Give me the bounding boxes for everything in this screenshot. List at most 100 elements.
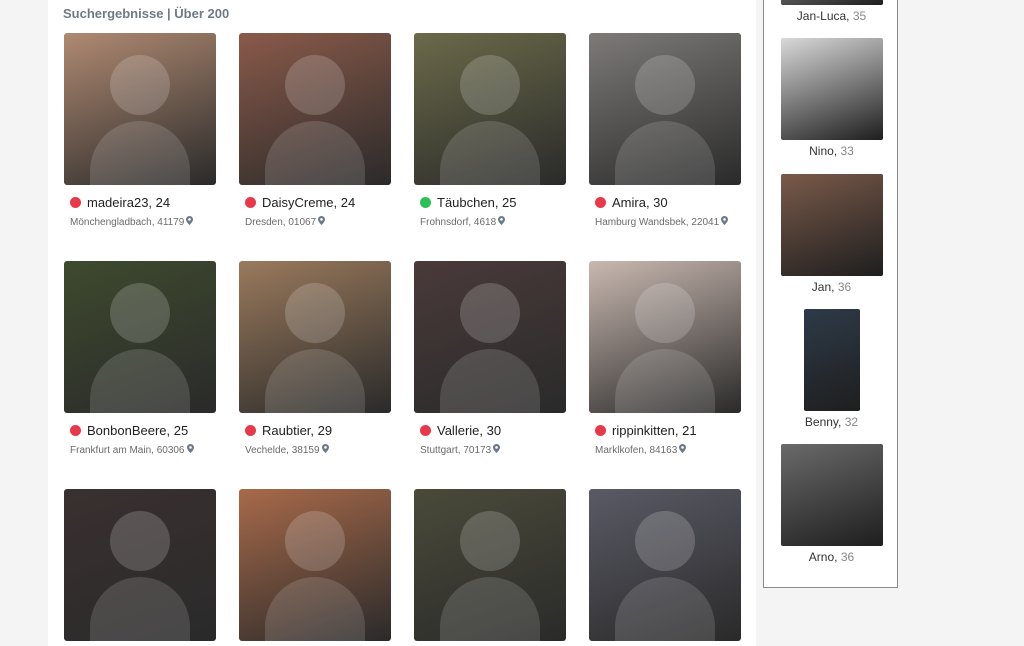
profile-photo[interactable] (414, 33, 566, 185)
profile-name[interactable]: rippinkitten, 21 (612, 423, 697, 438)
profile-card[interactable]: Amira, 30 Hamburg Wandsbek, 22041 (589, 33, 741, 228)
photo-placeholder-body (90, 577, 190, 641)
sidebar-profile-label[interactable]: Benny, 32 (764, 415, 899, 429)
sidebar-profile-photo[interactable] (780, 174, 883, 276)
offline-status-icon (245, 424, 256, 436)
photo-placeholder-body (615, 121, 715, 185)
photo-placeholder-body (440, 349, 540, 413)
profile-photo[interactable] (414, 261, 566, 413)
sidebar-profile-photo[interactable] (780, 444, 883, 546)
profile-location-row: Vechelde, 38159 (239, 444, 391, 456)
profile-name-row[interactable]: Amira, 30 (589, 194, 741, 210)
profile-name-row[interactable]: DaisyCreme, 24 (239, 194, 391, 210)
sidebar-profile[interactable]: Jan, 36 (764, 174, 899, 294)
profile-location-row: Mönchengladbach, 41179 (64, 216, 216, 228)
sidebar-profile-age: 36 (837, 280, 852, 294)
suggestions-sidebar: Jan-Luca, 35 Nino, 33 Jan, 36 Benny, 32 Arno… (763, 0, 898, 588)
name-age-separator: , (838, 415, 845, 429)
profile-photo[interactable] (64, 489, 216, 641)
profile-name[interactable]: BonbonBeere, 25 (87, 423, 188, 438)
profile-photo[interactable] (239, 489, 391, 641)
profile-name-row[interactable]: Täubchen, 25 (414, 194, 566, 210)
profile-photo[interactable] (589, 261, 741, 413)
profile-location-row: Frankfurt am Main, 60306 (64, 444, 216, 456)
profile-card[interactable]: Raubtier, 29 Vechelde, 38159 (239, 261, 391, 456)
profile-card[interactable]: Vallerie, 30 Stuttgart, 70173 (414, 261, 566, 456)
photo-placeholder-body (90, 121, 190, 185)
profile-photo[interactable] (239, 33, 391, 185)
profile-photo[interactable] (64, 261, 216, 413)
profile-location: Frohnsdorf, 4618 (420, 216, 497, 228)
photo-placeholder-head (285, 55, 345, 115)
profile-name-row[interactable]: rippinkitten, 21 (589, 422, 741, 438)
profile-location: Mönchengladbach, 41179 (70, 216, 185, 228)
photo-placeholder-head (635, 511, 695, 571)
photo-placeholder-head (110, 283, 170, 343)
profile-name-row[interactable]: BonbonBeere, 25 (64, 422, 216, 438)
profile-location-row: Frohnsdorf, 4618 (414, 216, 566, 228)
name-age-separator: , (834, 550, 841, 564)
profile-name-row[interactable]: Raubtier, 29 (239, 422, 391, 438)
profile-location: Stuttgart, 70173 (420, 444, 492, 456)
profile-name[interactable]: Raubtier, 29 (262, 423, 332, 438)
photo-placeholder-body (615, 349, 715, 413)
profile-name[interactable]: Amira, 30 (612, 195, 668, 210)
sidebar-profile[interactable]: Benny, 32 (764, 309, 899, 429)
location-pin-icon (186, 216, 194, 228)
profile-location-row: Hamburg Wandsbek, 22041 (589, 216, 741, 228)
offline-status-icon (595, 424, 606, 436)
profile-name[interactable]: DaisyCreme, 24 (262, 195, 355, 210)
sidebar-profile-photo[interactable] (780, 0, 883, 5)
profile-photo[interactable] (64, 33, 216, 185)
sidebar-profile-name: Jan-Luca (796, 9, 847, 23)
profile-name[interactable]: Täubchen, 25 (437, 195, 517, 210)
profile-card[interactable]: DaisyCreme, 24 Dresden, 01067 (239, 33, 391, 228)
photo-placeholder-head (110, 55, 170, 115)
photo-placeholder-head (285, 511, 345, 571)
profile-name-row[interactable]: Vallerie, 30 (414, 422, 566, 438)
profile-card[interactable] (64, 489, 216, 641)
sidebar-profile-name: Benny (804, 415, 839, 429)
photo-placeholder-body (440, 577, 540, 641)
location-pin-icon (721, 216, 729, 228)
profile-location: Vechelde, 38159 (245, 444, 320, 456)
sidebar-profile[interactable]: Nino, 33 (764, 38, 899, 158)
location-pin-icon (493, 444, 501, 456)
sidebar-profile-label[interactable]: Jan-Luca, 35 (764, 9, 899, 23)
profile-location-row: Dresden, 01067 (239, 216, 391, 228)
offline-status-icon (70, 196, 81, 208)
sidebar-profile-label[interactable]: Nino, 33 (764, 144, 899, 158)
profile-name-row[interactable]: madeira23, 24 (64, 194, 216, 210)
photo-placeholder-body (615, 577, 715, 641)
profile-photo[interactable] (589, 489, 741, 641)
name-age-separator: , (846, 9, 853, 23)
profile-card[interactable] (414, 489, 566, 641)
sidebar-profile[interactable]: Arno, 36 (764, 444, 899, 564)
profile-name[interactable]: madeira23, 24 (87, 195, 170, 210)
offline-status-icon (595, 196, 606, 208)
sidebar-profile-photo[interactable] (803, 309, 860, 411)
profile-location: Frankfurt am Main, 60306 (70, 444, 185, 456)
profile-location-row: Stuttgart, 70173 (414, 444, 566, 456)
profile-location: Marklkofen, 84163 (595, 444, 678, 456)
sidebar-profile-age: 32 (844, 415, 859, 429)
sidebar-profile-label[interactable]: Jan, 36 (764, 280, 899, 294)
profile-card[interactable]: BonbonBeere, 25 Frankfurt am Main, 60306 (64, 261, 216, 456)
profile-location: Hamburg Wandsbek, 22041 (595, 216, 720, 228)
profile-photo[interactable] (239, 261, 391, 413)
offline-status-icon (70, 424, 81, 436)
sidebar-profile[interactable]: Jan-Luca, 35 (764, 0, 899, 23)
profile-card[interactable]: rippinkitten, 21 Marklkofen, 84163 (589, 261, 741, 456)
photo-placeholder-head (460, 511, 520, 571)
profile-photo[interactable] (589, 33, 741, 185)
sidebar-profile-photo[interactable] (780, 38, 883, 140)
location-pin-icon (318, 216, 326, 228)
name-age-separator: , (833, 144, 841, 158)
profile-card[interactable] (239, 489, 391, 641)
profile-name[interactable]: Vallerie, 30 (437, 423, 501, 438)
sidebar-profile-label[interactable]: Arno, 36 (764, 550, 899, 564)
profile-photo[interactable] (414, 489, 566, 641)
profile-card[interactable] (589, 489, 741, 641)
profile-card[interactable]: madeira23, 24 Mönchengladbach, 41179 (64, 33, 216, 228)
profile-card[interactable]: Täubchen, 25 Frohnsdorf, 4618 (414, 33, 566, 228)
